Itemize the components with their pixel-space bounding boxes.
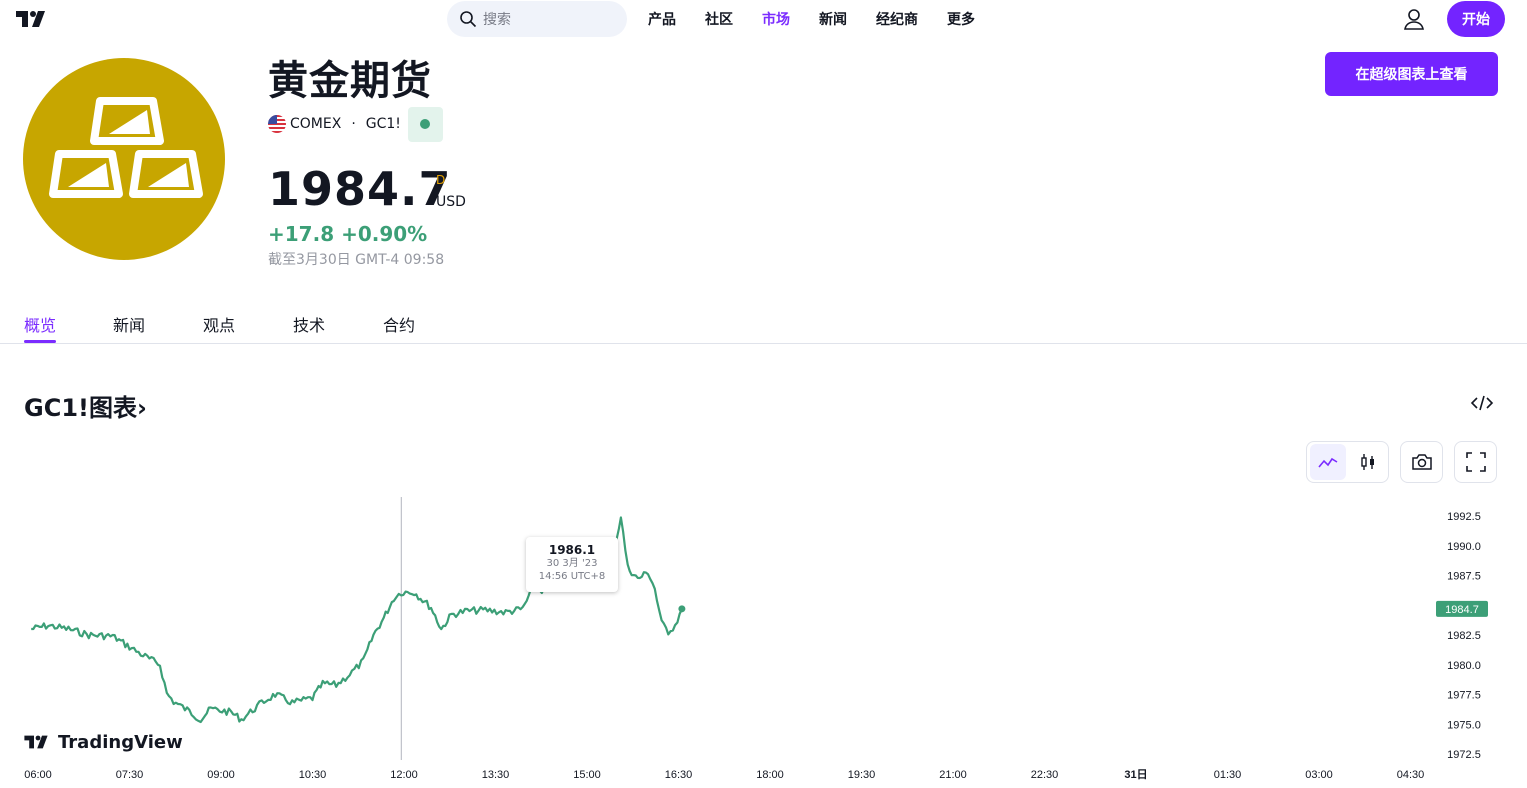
nav-item-brokers[interactable]: 经纪商 <box>876 9 918 29</box>
x-axis-tick-label: 21:00 <box>939 769 967 781</box>
y-axis-tick-label: 1990.0 <box>1447 541 1481 553</box>
symbol-title: 黄金期货 <box>268 58 432 104</box>
x-axis-tick-label: 07:30 <box>116 769 144 781</box>
last-price: 1984.7 <box>268 162 452 216</box>
camera-icon <box>1411 454 1432 470</box>
tooltip-value: 1986.1 <box>548 543 596 557</box>
x-axis-tick-label: 18:00 <box>756 769 784 781</box>
y-axis-tick-label: 1992.5 <box>1447 511 1481 523</box>
user-icon[interactable] <box>1402 7 1426 31</box>
exchange-row: COMEX · GC1! <box>268 106 443 142</box>
tab-technicals[interactable]: 技术 <box>293 312 325 336</box>
tradingview-watermark: TradingView <box>24 731 183 753</box>
nav-item-community[interactable]: 社区 <box>705 9 733 29</box>
screenshot-button[interactable] <box>1400 441 1443 483</box>
price-line-chart[interactable]: 1992.5 1990.0 1987.5 1982.5 1980.0 1977.5 1975… <box>0 490 1527 788</box>
y-axis-tick-label: 1972.5 <box>1447 749 1481 761</box>
nav-item-news[interactable]: 新闻 <box>819 9 847 29</box>
watermark-text: TradingView <box>58 731 183 753</box>
price-change-pct: +0.90% <box>341 222 428 246</box>
exchange-label[interactable]: COMEX <box>290 116 341 132</box>
crosshair-tooltip: 1986.1 30 3月 '23 14:56 UTC+8 <box>526 537 618 592</box>
tab-ideas[interactable]: 观点 <box>203 312 235 336</box>
active-tab-indicator <box>24 340 56 343</box>
last-price-dot <box>678 605 686 613</box>
symbol-tabs: 概览 新闻 观点 技术 合约 <box>0 300 1527 344</box>
tradingview-logo-icon[interactable] <box>16 9 50 29</box>
main-nav: 产品 社区 市场 新闻 经纪商 更多 <box>648 0 1004 38</box>
x-axis-tick-label: 19:30 <box>848 769 876 781</box>
us-flag-icon <box>268 115 286 133</box>
nav-item-markets[interactable]: 市场 <box>762 9 790 29</box>
x-axis-tick-label: 31日 <box>1124 768 1147 781</box>
separator: · <box>351 116 356 132</box>
search-placeholder: 搜索 <box>483 12 511 28</box>
tab-contracts[interactable]: 合约 <box>383 312 415 336</box>
search-input[interactable]: 搜索 <box>447 1 627 37</box>
price-currency: USD <box>436 194 466 210</box>
x-axis-tick-label: 04:30 <box>1397 769 1425 781</box>
fullscreen-icon <box>1465 452 1486 472</box>
search-icon <box>460 11 477 28</box>
y-axis-tick-label: 1977.5 <box>1447 690 1481 702</box>
embed-code-icon[interactable] <box>1470 393 1494 413</box>
x-axis-tick-label: 15:00 <box>573 769 601 781</box>
x-axis-tick-label: 09:00 <box>207 769 235 781</box>
gold-futures-logo <box>23 58 225 260</box>
tab-overview[interactable]: 概览 <box>24 312 56 336</box>
y-axis-tick-label: 1980.0 <box>1447 660 1481 672</box>
x-axis-tick-label: 10:30 <box>299 769 327 781</box>
y-axis-tick-label: 1987.5 <box>1447 571 1481 583</box>
market-status-badge[interactable] <box>407 106 443 142</box>
candle-chart-button[interactable] <box>1350 444 1386 480</box>
chevron-right-icon: › <box>136 394 147 422</box>
tooltip-date: 30 3月 '23 <box>546 558 598 569</box>
chart-title-link[interactable]: GC1!图表› <box>24 388 147 423</box>
line-chart-icon <box>1318 457 1338 468</box>
x-axis-tick-label: 01:30 <box>1214 769 1242 781</box>
price-change: +17.8 +0.90% <box>268 222 427 246</box>
x-axis-tick-label: 12:00 <box>390 769 418 781</box>
open-supercharts-button[interactable]: 在超级图表上查看 <box>1325 52 1498 96</box>
price-change-abs: +17.8 <box>268 222 335 246</box>
y-axis-tick-label: 1975.0 <box>1447 719 1481 731</box>
last-price-axis-label: 1984.7 <box>1445 604 1479 616</box>
chart-type-toggle <box>1306 441 1389 483</box>
candlestick-icon <box>1361 454 1374 470</box>
x-axis-tick-label: 03:00 <box>1305 769 1333 781</box>
x-axis-tick-label: 06:00 <box>24 769 52 781</box>
chart-title: GC1!图表 <box>24 394 137 422</box>
y-axis-tick-label: 1982.5 <box>1447 630 1481 642</box>
nav-item-more[interactable]: 更多 <box>947 9 975 29</box>
ticker-label: GC1! <box>365 116 401 132</box>
x-axis-tick-label: 22:30 <box>1031 769 1059 781</box>
x-axis-tick-label: 13:30 <box>482 769 510 781</box>
tooltip-time: 14:56 UTC+8 <box>538 571 606 582</box>
price-period-badge[interactable]: D <box>436 173 445 187</box>
x-axis-tick-label: 16:30 <box>665 769 693 781</box>
fullscreen-button[interactable] <box>1454 441 1497 483</box>
tab-news[interactable]: 新闻 <box>113 312 145 336</box>
start-button[interactable]: 开始 <box>1447 1 1505 37</box>
market-open-dot-icon <box>420 119 431 129</box>
tradingview-watermark-icon <box>24 735 48 749</box>
line-chart-button[interactable] <box>1310 444 1346 480</box>
nav-item-products[interactable]: 产品 <box>648 9 676 29</box>
gold-bars-icon <box>49 97 203 198</box>
price-timestamp: 截至3月30日 GMT-4 09:58 <box>268 252 445 268</box>
